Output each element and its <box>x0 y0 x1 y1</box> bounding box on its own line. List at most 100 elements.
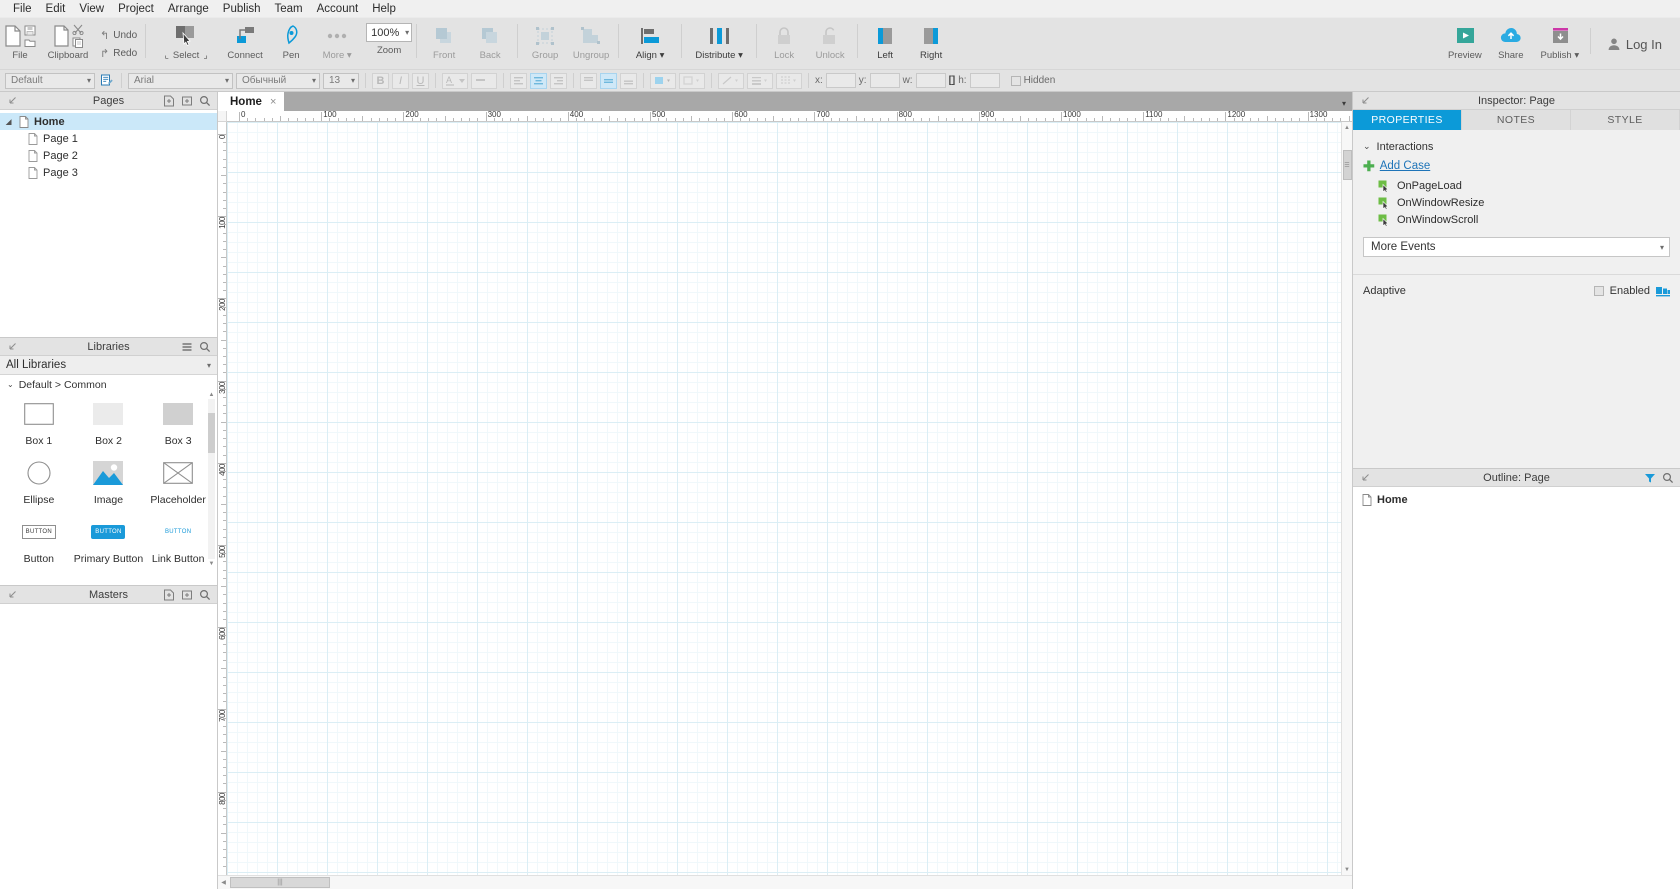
line-style-button[interactable] <box>718 72 744 89</box>
valign-bottom-button[interactable] <box>620 72 637 89</box>
align-center-button[interactable] <box>530 72 547 89</box>
login-button[interactable]: Log In <box>1595 18 1670 70</box>
library-widget-image[interactable]: Image <box>74 457 144 506</box>
chevron-down-icon[interactable]: ▾ <box>405 28 409 37</box>
hidden-checkbox[interactable] <box>1010 75 1021 86</box>
vertical-scrollbar-thumb[interactable]: ☰ <box>1342 150 1352 180</box>
add-case-button[interactable]: ✚ Add Case <box>1353 155 1680 177</box>
interactions-section-header[interactable]: ⌄ Interactions <box>1353 138 1680 155</box>
menu-item-view[interactable]: View <box>72 0 111 18</box>
library-selector[interactable]: All Libraries ▾ <box>0 356 217 375</box>
horizontal-scrollbar-thumb[interactable]: ||| <box>230 877 330 888</box>
add-page-icon[interactable] <box>163 95 175 107</box>
library-widget-box-1[interactable]: Box 1 <box>4 398 74 447</box>
search-icon[interactable] <box>199 589 211 601</box>
width-field[interactable]: w: <box>903 73 946 88</box>
menu-item-account[interactable]: Account <box>310 0 366 18</box>
library-widget-button[interactable]: BUTTON Button <box>4 516 74 565</box>
design-canvas[interactable] <box>227 122 1341 875</box>
library-category-row[interactable]: ⌄ Default > Common <box>0 375 217 394</box>
distribute-button[interactable]: Distribute ▾ <box>686 18 752 70</box>
canvas-vertical-scrollbar[interactable]: ▲ ☰ ▼ <box>1341 122 1352 875</box>
search-icon[interactable] <box>199 341 211 353</box>
new-file-icon[interactable] <box>4 25 22 47</box>
widget-style-select[interactable]: Default ▾ <box>5 72 95 89</box>
clipboard-group[interactable]: Clipboard <box>40 18 96 70</box>
group-button[interactable]: Group <box>522 18 568 70</box>
tab-notes[interactable]: NOTES <box>1462 110 1571 130</box>
font-family-select[interactable]: Arial ▾ <box>128 72 233 89</box>
hidden-checkbox-field[interactable]: Hidden <box>1010 75 1055 86</box>
library-widget-box-3[interactable]: Box 3 <box>143 398 213 447</box>
height-field[interactable]: [] h: <box>949 73 1000 88</box>
underline-button[interactable]: U <box>412 72 429 89</box>
select-tool-button[interactable]: ⌞ Select ⌟ <box>150 18 222 70</box>
menu-item-help[interactable]: Help <box>365 0 403 18</box>
pen-tool-button[interactable]: Pen <box>268 18 314 70</box>
libraries-scrollbar[interactable]: ▲ ▼ <box>208 392 215 567</box>
scroll-down-arrow-icon[interactable]: ▼ <box>208 560 215 567</box>
valign-middle-button[interactable] <box>600 72 617 89</box>
horizontal-ruler[interactable]: 0 100 200 300 400 500 600 700 800 900 1000 1100 1200… <box>227 111 1352 122</box>
w-input[interactable] <box>915 73 946 88</box>
share-button[interactable]: Share <box>1488 18 1534 70</box>
close-icon[interactable]: × <box>270 96 276 108</box>
align-right-button[interactable] <box>550 72 567 89</box>
adaptive-enabled-checkbox[interactable] <box>1593 286 1604 296</box>
canvas-tab-home[interactable]: Home × <box>218 92 285 111</box>
ungroup-button[interactable]: Ungroup <box>568 18 614 70</box>
outline-tree[interactable]: Home <box>1353 487 1680 889</box>
add-folder-icon[interactable] <box>181 95 193 107</box>
masters-collapse-button[interactable] <box>0 589 18 601</box>
undo-button[interactable]: ↰ Undo <box>100 26 137 44</box>
border-fill-button[interactable] <box>650 72 676 89</box>
page-tree-item-page-1[interactable]: Page 1 <box>0 130 217 147</box>
font-weight-select[interactable]: Обычный ▾ <box>236 72 320 89</box>
zoom-control[interactable]: 100% ▾ Zoom <box>366 18 413 70</box>
event-row-onpageload[interactable]: OnPageLoad <box>1353 177 1680 194</box>
add-master-icon[interactable] <box>163 589 175 601</box>
cut-icon[interactable] <box>72 24 84 35</box>
font-color-button[interactable]: A <box>442 72 468 89</box>
x-input[interactable] <box>825 73 856 88</box>
page-tree-item-home[interactable]: ◢ Home <box>0 113 217 130</box>
connect-tool-button[interactable]: Connect <box>222 18 268 70</box>
unlock-button[interactable]: Unlock <box>807 18 853 70</box>
font-size-select[interactable]: 13 ▾ <box>323 72 359 89</box>
paste-icon[interactable] <box>52 25 70 47</box>
menu-item-project[interactable]: Project <box>111 0 161 18</box>
masters-list[interactable] <box>0 604 217 889</box>
left-panel-toggle[interactable]: Left <box>862 18 908 70</box>
x-coordinate-field[interactable]: x: <box>815 73 856 88</box>
event-row-onwindowresize[interactable]: OnWindowResize <box>1353 194 1680 211</box>
valign-top-button[interactable] <box>580 72 597 89</box>
tab-overflow-chevron-icon[interactable]: ▾ <box>1342 99 1346 108</box>
lock-aspect-icon[interactable]: [] <box>949 75 956 86</box>
menu-item-file[interactable]: File <box>6 0 39 18</box>
scroll-up-arrow-icon[interactable]: ▲ <box>208 391 215 398</box>
y-coordinate-field[interactable]: y: <box>859 73 900 88</box>
add-case-label[interactable]: Add Case <box>1380 160 1431 172</box>
open-folder-icon[interactable] <box>24 38 36 48</box>
menu-item-team[interactable]: Team <box>268 0 310 18</box>
copy-icon[interactable] <box>72 37 84 48</box>
search-icon[interactable] <box>199 95 211 107</box>
align-left-button[interactable] <box>510 72 527 89</box>
file-group[interactable]: File <box>0 18 40 70</box>
scrollbar-thumb[interactable] <box>208 413 215 453</box>
more-events-select[interactable]: More Events ▾ <box>1363 237 1670 257</box>
menu-item-edit[interactable]: Edit <box>39 0 73 18</box>
vertical-ruler[interactable]: 0 100 200 300 400 500 600 700 800 <box>218 122 227 875</box>
chevron-down-icon[interactable]: ▾ <box>1660 243 1664 252</box>
publish-button[interactable]: Publish ▾ <box>1534 18 1586 70</box>
menu-item-publish[interactable]: Publish <box>216 0 268 18</box>
chevron-down-icon[interactable]: ▾ <box>207 361 211 370</box>
menu-item-arrange[interactable]: Arrange <box>161 0 216 18</box>
page-tree-item-page-3[interactable]: Page 3 <box>0 164 217 181</box>
border-line-button[interactable] <box>679 72 705 89</box>
page-tree-item-page-2[interactable]: Page 2 <box>0 147 217 164</box>
add-master-folder-icon[interactable] <box>181 589 193 601</box>
filter-icon[interactable] <box>1644 472 1656 484</box>
style-manager-icon[interactable] <box>98 73 115 89</box>
tab-style[interactable]: STYLE <box>1571 110 1680 130</box>
